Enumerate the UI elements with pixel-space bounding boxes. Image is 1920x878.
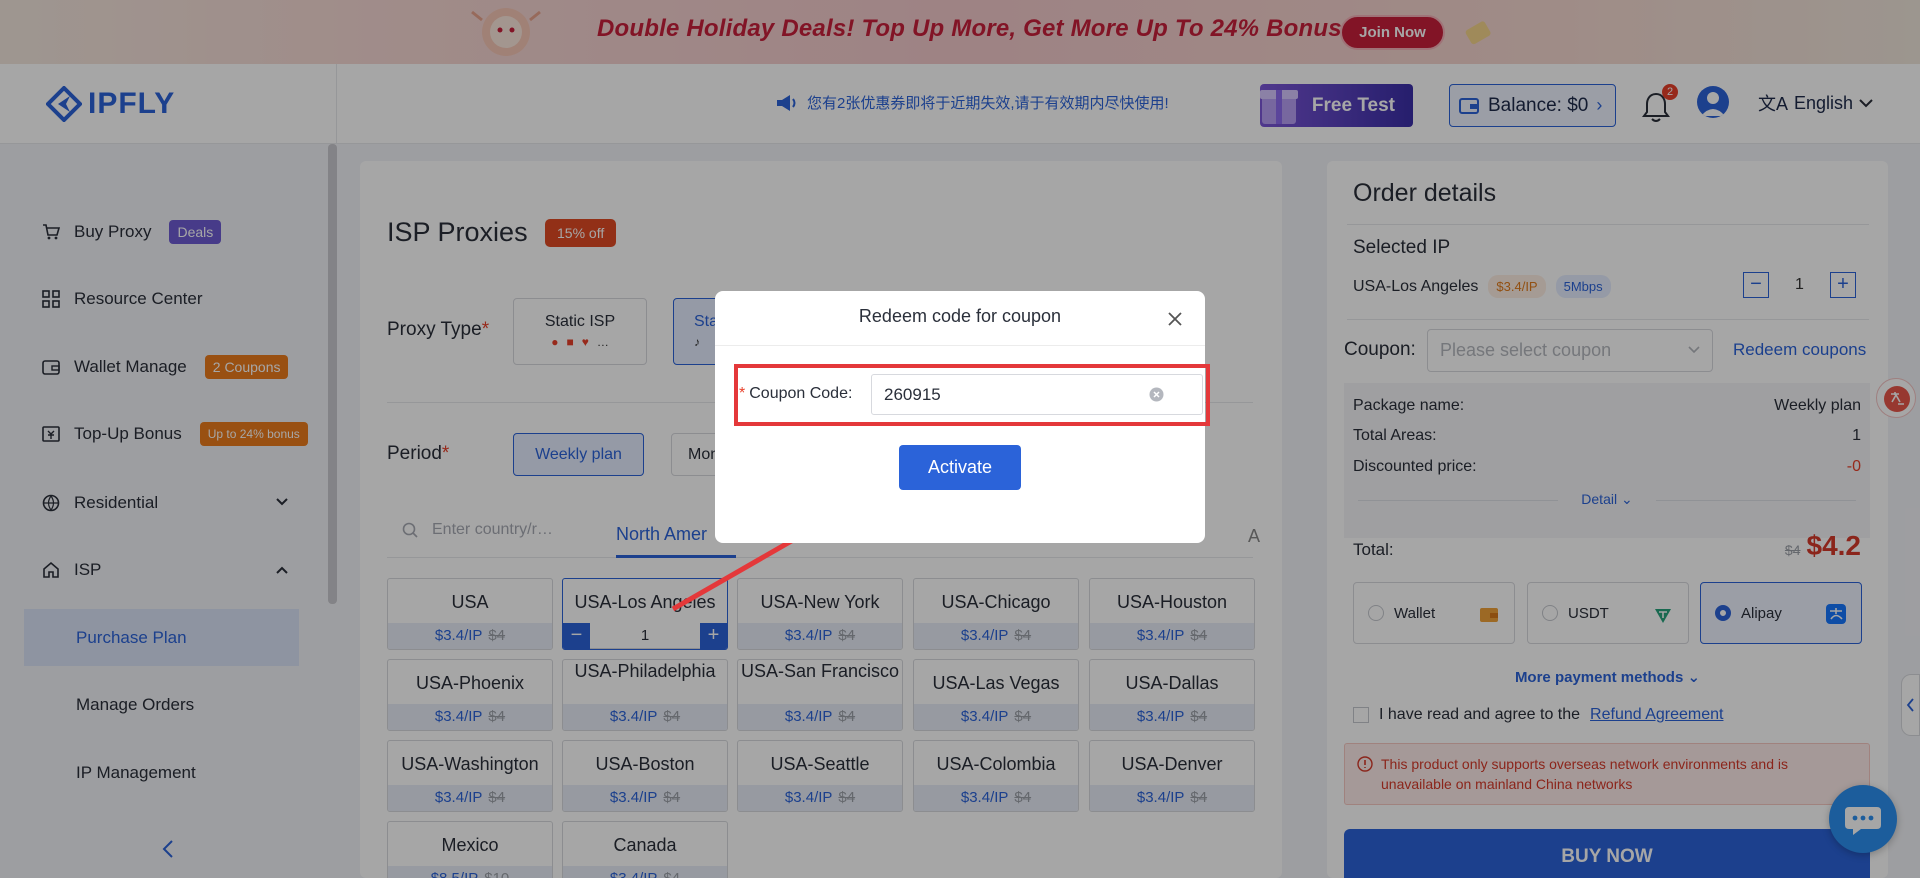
coupon-code-label: * Coupon Code: (739, 385, 853, 402)
activate-button[interactable]: Activate (899, 445, 1021, 490)
dialog-title: Redeem code for coupon (858, 306, 1062, 326)
clear-input-icon[interactable] (1149, 387, 1164, 402)
redeem-coupon-dialog: Redeem code for coupon * Coupon Code: 260… (715, 291, 1210, 543)
divider (715, 345, 1205, 346)
close-icon[interactable] (1166, 310, 1184, 328)
